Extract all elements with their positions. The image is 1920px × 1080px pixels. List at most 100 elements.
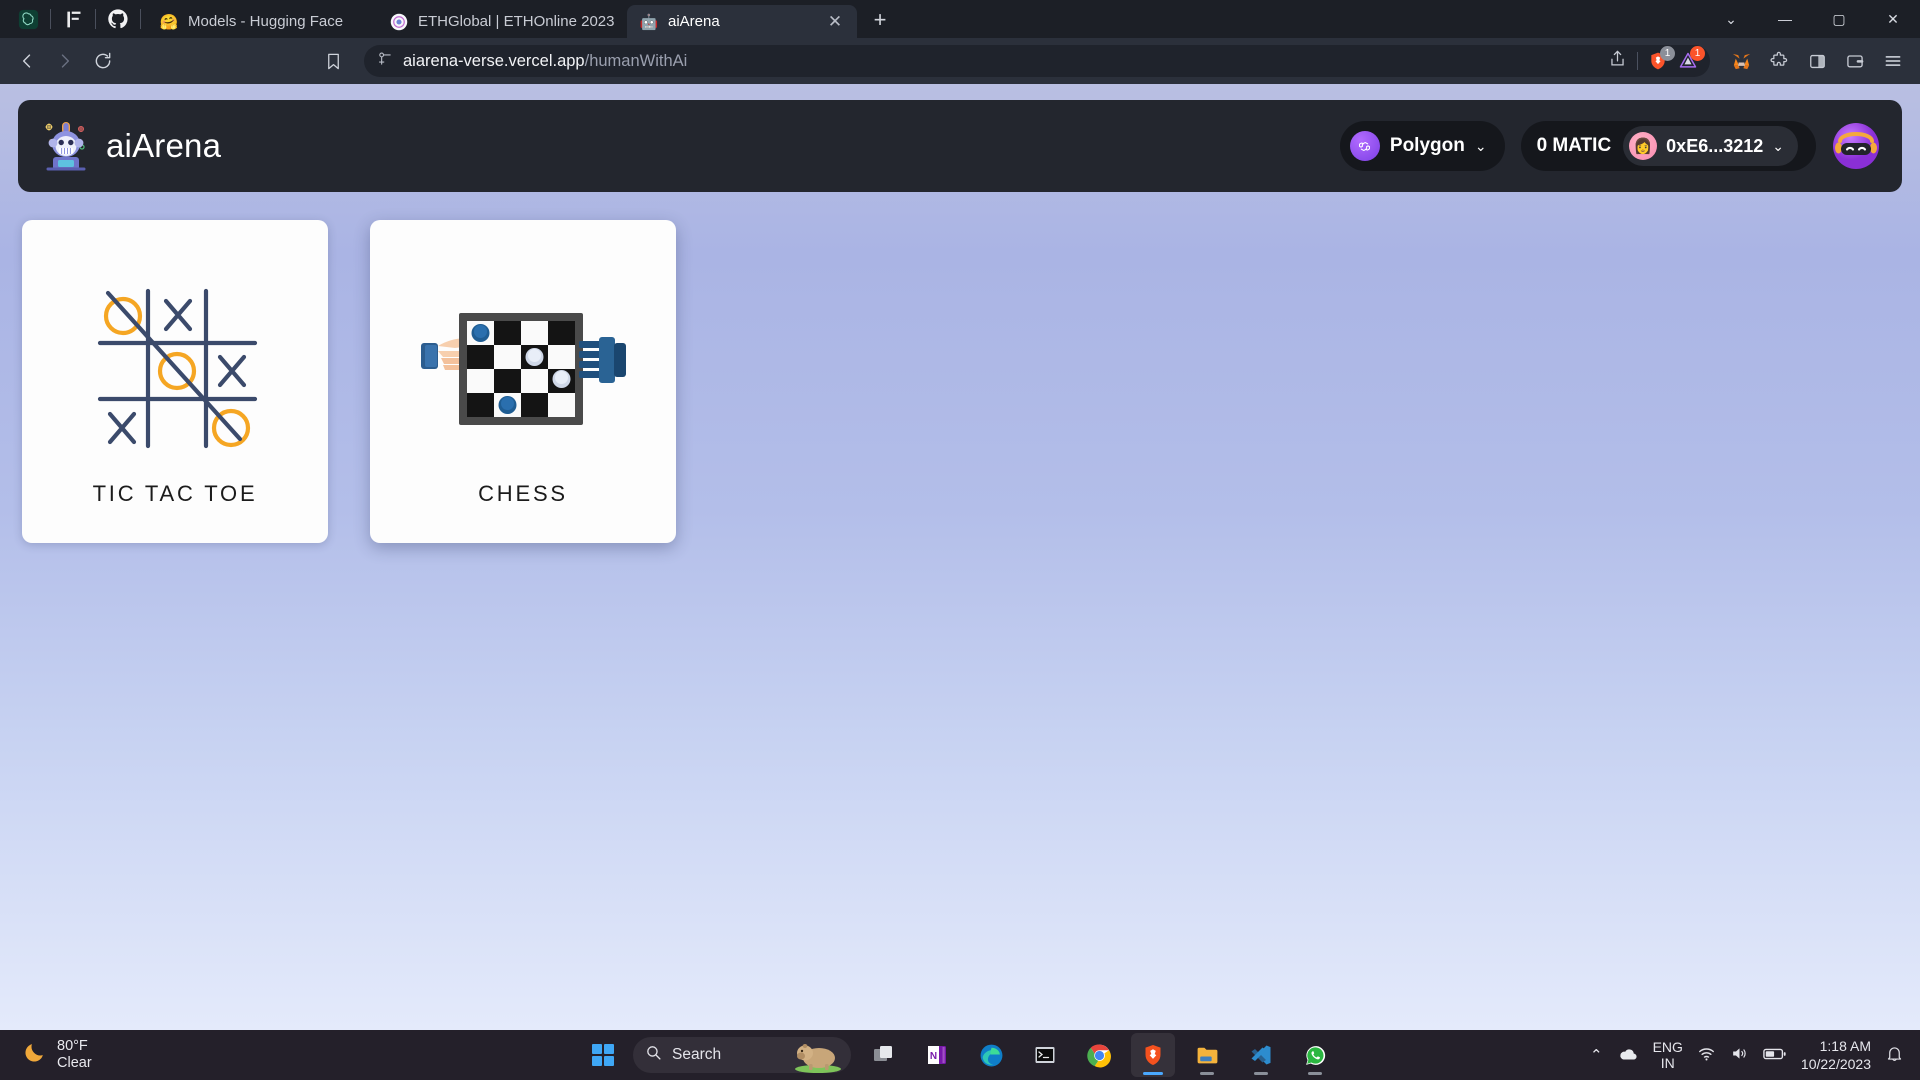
hamburger-menu-icon <box>1885 56 1901 66</box>
clock[interactable]: 1:18 AM 10/22/2023 <box>1801 1037 1871 1073</box>
brand[interactable]: aiArena <box>40 117 221 175</box>
onedrive-icon[interactable] <box>1617 1045 1639 1066</box>
game-card-chess[interactable]: CHESS <box>370 220 676 543</box>
search-input[interactable]: Search <box>633 1037 851 1073</box>
terminal-button[interactable] <box>1023 1033 1067 1077</box>
weather-widget[interactable]: 80°F Clear <box>0 1038 320 1071</box>
tab-ethglobal[interactable]: ETHGlobal | ETHOnline 2023 <box>377 5 627 38</box>
brave-wallet-button[interactable] <box>1838 44 1872 78</box>
polygon-logo-icon <box>1349 131 1380 161</box>
aiarena-icon: 🤖 <box>639 13 659 31</box>
language-indicator[interactable]: ENG IN <box>1653 1039 1683 1071</box>
address-bar[interactable]: aiarena-verse.vercel.app/humanWithAi 1 1 <box>364 45 1710 77</box>
pinned-divider-3 <box>140 9 141 29</box>
page-content: aiArena Polygon ⌄ 0 MATIC 👩 0xE6...3212 … <box>0 84 1920 1030</box>
game-card-tic-tac-toe[interactable]: TIC TAC TOE <box>22 220 328 543</box>
tray-overflow-button[interactable]: ⌃ <box>1590 1046 1603 1064</box>
folder-icon <box>1197 1047 1217 1063</box>
tic-tac-toe-illustration <box>88 256 263 481</box>
url-path: /humanWithAi <box>584 51 688 70</box>
brave-shields-button[interactable]: 1 <box>1648 46 1675 71</box>
edge-button[interactable] <box>969 1033 1013 1077</box>
search-icon <box>645 1044 662 1066</box>
running-indicator <box>1143 1072 1163 1075</box>
tab-search-button[interactable]: ⌄ <box>1704 0 1758 38</box>
metamask-button[interactable] <box>1724 44 1758 78</box>
clock-date: 10/22/2023 <box>1800 1056 1871 1072</box>
maximize-button[interactable]: ▢ <box>1812 0 1866 38</box>
task-view-button[interactable] <box>861 1033 905 1077</box>
weather-temperature: 80°F <box>57 1038 88 1055</box>
battery-icon[interactable] <box>1763 1046 1787 1065</box>
url-text[interactable]: aiarena-verse.vercel.app/humanWithAi <box>403 52 1598 71</box>
site-settings-icon[interactable] <box>376 50 393 72</box>
start-button[interactable] <box>583 1035 623 1075</box>
bookmark-button[interactable] <box>316 44 350 78</box>
tab-aiarena[interactable]: 🤖 aiArena ✕ <box>627 5 857 38</box>
extensions-button[interactable] <box>1762 44 1796 78</box>
huggingface-docs-pinned-tab[interactable] <box>55 4 91 34</box>
volume-icon[interactable] <box>1730 1044 1749 1066</box>
docs-icon <box>66 11 80 27</box>
close-icon[interactable]: ✕ <box>825 12 845 32</box>
window-controls: ⌄ — ▢ ✕ <box>1704 0 1920 38</box>
back-arrow-icon <box>22 54 31 68</box>
windows-taskbar: 80°F Clear Search N ⌃ ENG IN 1:18 AM 10/… <box>0 1030 1920 1080</box>
window-close-button[interactable]: ✕ <box>1866 0 1920 38</box>
onenote-button[interactable]: N <box>915 1033 959 1077</box>
pinned-divider <box>50 9 51 29</box>
chevron-down-icon: ⌄ <box>1474 137 1487 154</box>
browser-window: 🤗 Models - Hugging Face ETHGlobal | ETHO… <box>0 0 1920 1030</box>
sidebar-button[interactable] <box>1800 44 1834 78</box>
wallet-address-label: 0xE6...3212 <box>1666 135 1764 156</box>
vscode-button[interactable] <box>1239 1033 1283 1077</box>
tab-title: Models - Hugging Face <box>188 13 344 30</box>
url-domain: aiarena-verse.vercel.app <box>403 51 585 70</box>
share-icon[interactable] <box>1608 49 1627 73</box>
whatsapp-button[interactable] <box>1293 1033 1337 1077</box>
reload-icon <box>95 52 111 69</box>
brave-wallet-icon <box>1847 55 1864 68</box>
forward-arrow-icon <box>61 54 70 68</box>
sidebar-panel-icon <box>1809 54 1825 68</box>
language-primary: ENG <box>1652 1038 1683 1055</box>
weather-text: 80°F Clear <box>57 1038 92 1071</box>
address-avatar-icon: 👩 <box>1629 132 1658 160</box>
system-tray: ⌃ ENG IN 1:18 AM 10/22/2023 <box>1590 1037 1920 1073</box>
brave-rewards-button[interactable]: 1 <box>1678 46 1705 71</box>
network-label: Polygon <box>1389 135 1465 156</box>
forward-button[interactable] <box>48 44 82 78</box>
browser-menu-button[interactable] <box>1876 44 1910 78</box>
brave-button[interactable] <box>1131 1033 1175 1077</box>
github-icon <box>108 9 128 29</box>
chrome-button[interactable] <box>1077 1033 1121 1077</box>
notifications-button[interactable] <box>1885 1044 1904 1066</box>
tab-title: ETHGlobal | ETHOnline 2023 <box>418 13 615 30</box>
wallet-address-button[interactable]: 👩 0xE6...3212 ⌄ <box>1623 126 1798 166</box>
github-pinned-tab[interactable] <box>100 4 136 34</box>
terminal-icon <box>1035 1047 1055 1063</box>
running-indicator <box>1200 1072 1214 1075</box>
capybara-image <box>791 1039 845 1073</box>
balance-label: 0 MATIC <box>1536 135 1612 156</box>
network-selector[interactable]: Polygon ⌄ <box>1339 121 1505 171</box>
app-header-actions: Polygon ⌄ 0 MATIC 👩 0xE6...3212 ⌄ <box>1339 121 1880 171</box>
ethglobal-icon <box>389 12 409 32</box>
tab-models-hugging-face[interactable]: 🤗 Models - Hugging Face <box>147 5 377 38</box>
weather-condition: Clear <box>57 1055 92 1071</box>
tab-title: aiArena <box>668 13 720 30</box>
toolbar-divider <box>1637 52 1638 70</box>
minimize-button[interactable]: — <box>1758 0 1812 38</box>
clock-time: 1:18 AM <box>1819 1037 1871 1054</box>
chess-robot-hand-illustration <box>420 256 626 481</box>
avatar[interactable] <box>1832 122 1880 170</box>
reload-button[interactable] <box>86 44 120 78</box>
back-button[interactable] <box>10 44 44 78</box>
wallet-chip[interactable]: 0 MATIC 👩 0xE6...3212 ⌄ <box>1520 121 1816 171</box>
chatgpt-pinned-tab[interactable] <box>10 4 46 34</box>
address-bar-actions: 1 1 <box>1608 46 1705 73</box>
chevron-down-icon: ⌄ <box>1772 137 1784 154</box>
file-explorer-button[interactable] <box>1185 1033 1229 1077</box>
new-tab-button[interactable]: + <box>863 4 897 36</box>
wifi-icon[interactable] <box>1697 1044 1716 1066</box>
